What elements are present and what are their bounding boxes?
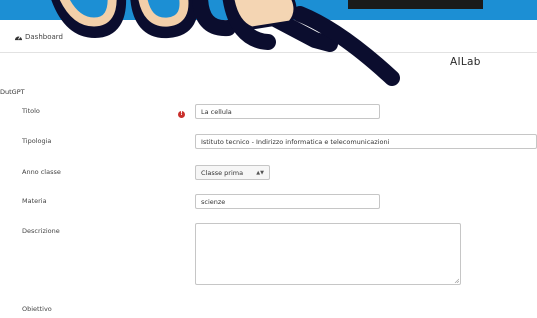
dashboard-label: Dashboard [25, 33, 63, 41]
tachometer-icon [14, 35, 23, 41]
descrizione-label: Descrizione [22, 227, 60, 235]
dashboard-link[interactable]: Dashboard [14, 33, 63, 41]
anno-classe-value: Classe prima [201, 168, 244, 177]
brand-name: AILab [450, 56, 481, 68]
tipologia-value: Istituto tecnico - Indirizzo informatica… [201, 137, 390, 146]
section-title: DutGPT [0, 88, 25, 96]
titolo-label: Titolo [22, 107, 40, 115]
resize-grip-icon[interactable] [454, 278, 459, 283]
titolo-input[interactable]: La cellula [195, 104, 380, 119]
required-icon: ! [178, 111, 185, 118]
materia-input[interactable]: scienze [195, 194, 380, 209]
navbar [0, 20, 537, 53]
materia-label: Materia [22, 197, 47, 205]
descrizione-textarea[interactable] [195, 223, 461, 285]
anno-classe-select[interactable]: Classe prima ▲▼ [195, 165, 270, 180]
tipologia-label: Tipologia [22, 137, 52, 145]
select-caret-icon: ▲▼ [256, 169, 264, 176]
titolo-value: La cellula [201, 107, 232, 116]
obiettivo-label: Obiettivo [22, 305, 52, 313]
materia-value: scienze [201, 197, 226, 206]
screen-edge [348, 0, 483, 9]
tipologia-input[interactable]: Istituto tecnico - Indirizzo informatica… [195, 134, 537, 149]
anno-classe-label: Anno classe [22, 168, 61, 176]
